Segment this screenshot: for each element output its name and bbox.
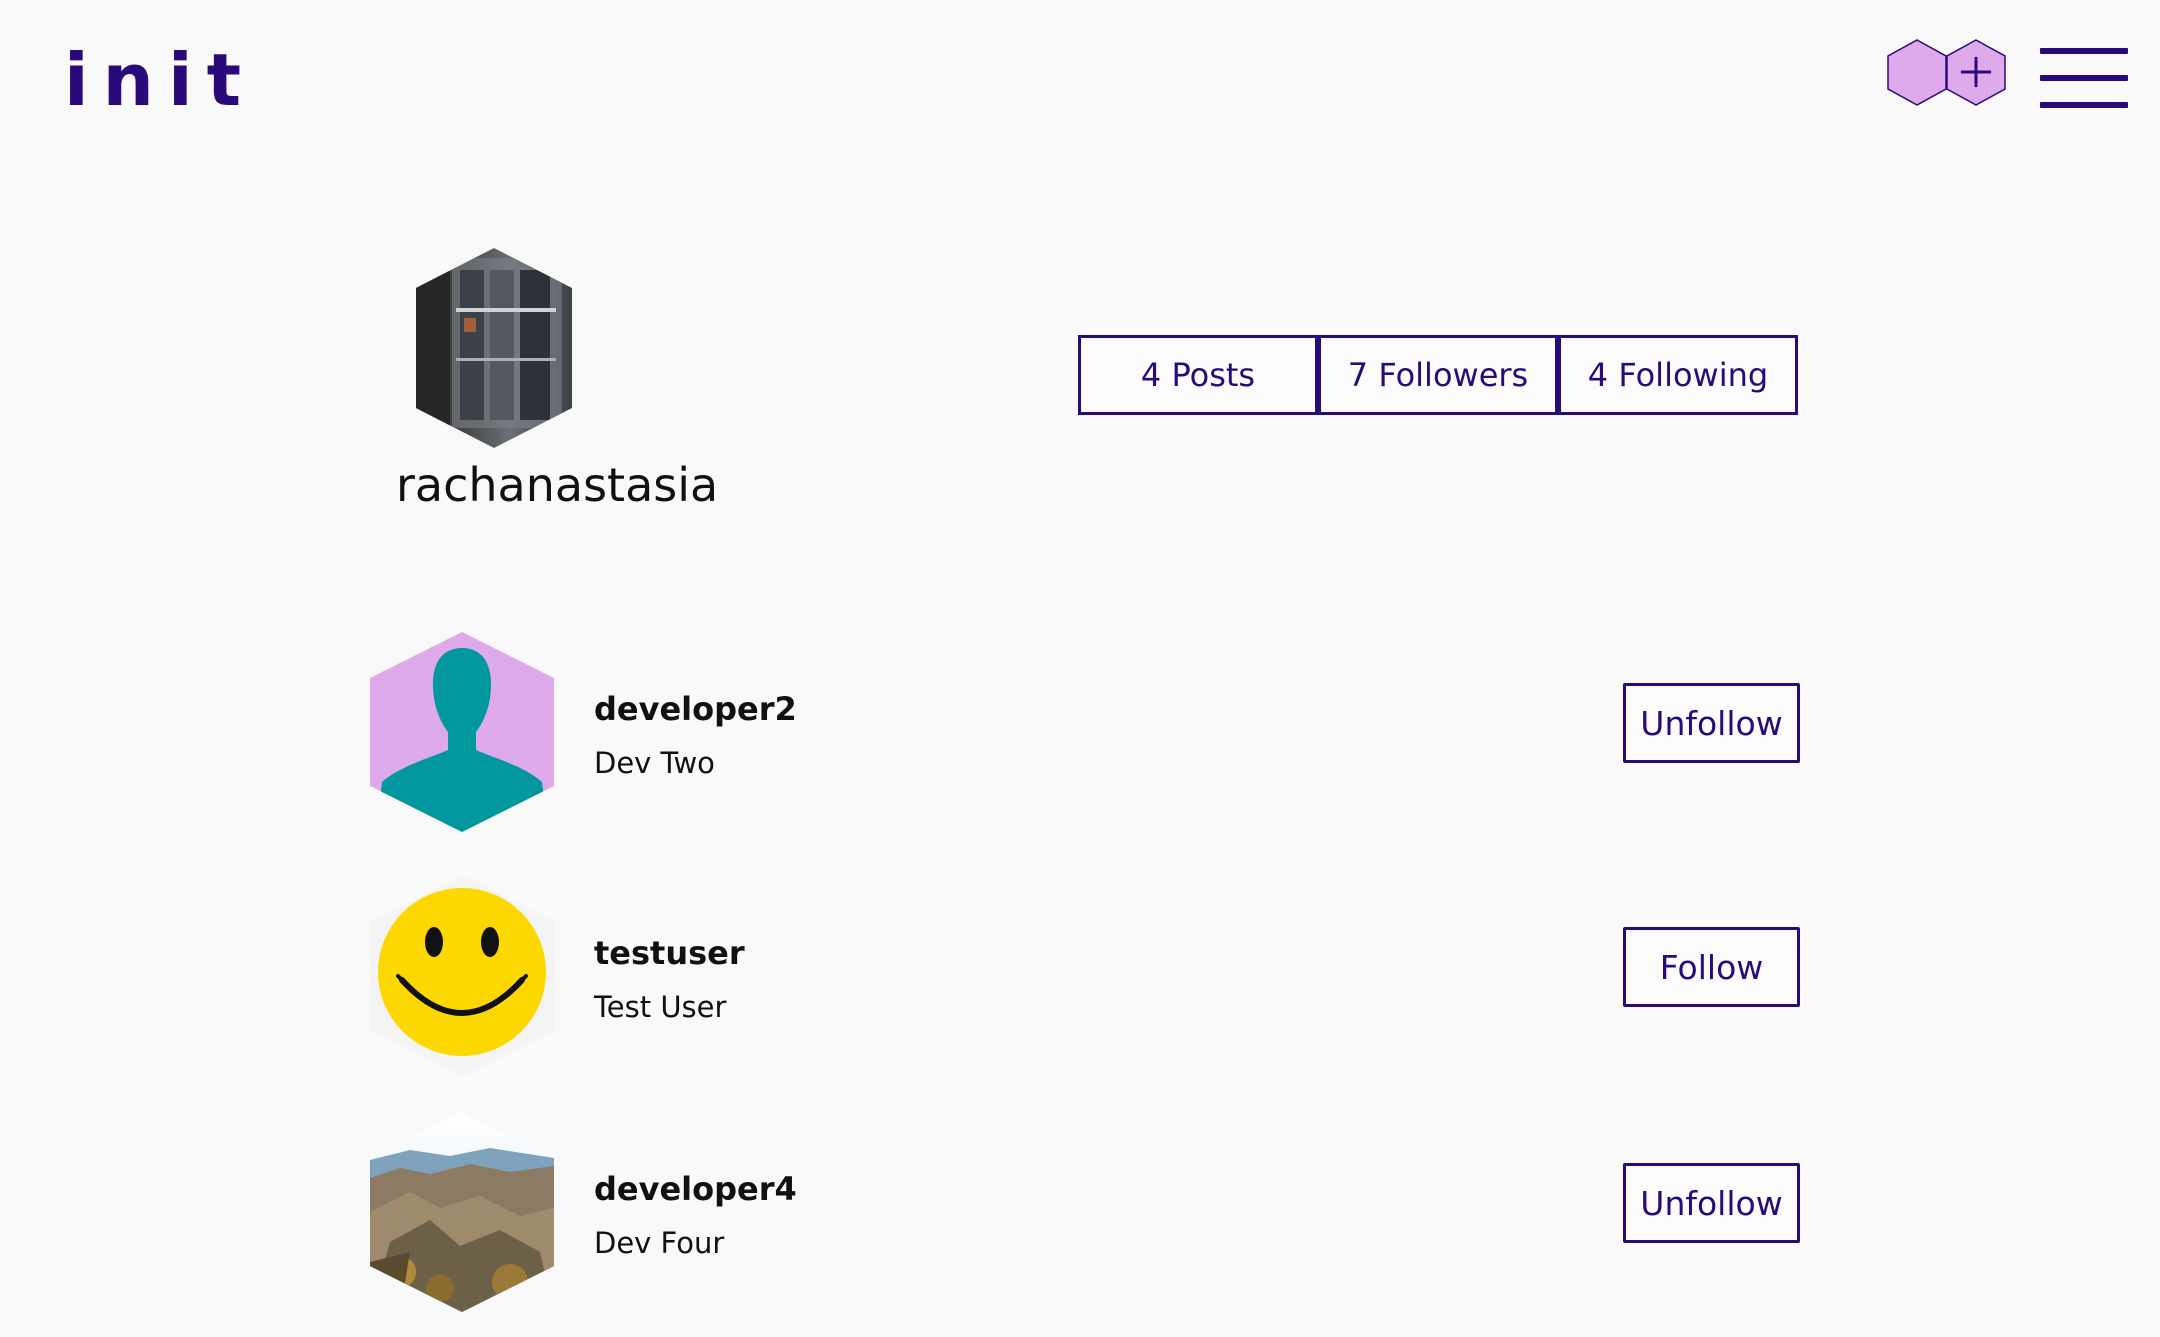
list-item: testuser Test User Follow — [370, 876, 1800, 1076]
user-username[interactable]: developer4 — [594, 1170, 797, 1208]
following-count-button[interactable]: 4 Following — [1558, 335, 1798, 415]
user-avatar[interactable] — [370, 632, 554, 832]
unfollow-button[interactable]: Unfollow — [1623, 1163, 1800, 1243]
follow-button[interactable]: Follow — [1623, 927, 1800, 1007]
user-username[interactable]: testuser — [594, 934, 745, 972]
user-full-name: Test User — [594, 990, 727, 1024]
page: init rachanastasia 4 Posts 7 Followers 4… — [0, 0, 2160, 1337]
hexagon-icon — [1887, 39, 1947, 106]
new-post-button[interactable] — [1885, 38, 2009, 152]
followers-count-button[interactable]: 7 Followers — [1318, 335, 1558, 415]
user-username[interactable]: developer2 — [594, 690, 797, 728]
profile-avatar — [416, 248, 572, 448]
profile-username: rachanastasia — [396, 458, 719, 512]
list-item: developer4 Dev Four Unfollow — [370, 1112, 1800, 1312]
user-full-name: Dev Four — [594, 1226, 725, 1260]
unfollow-button[interactable]: Unfollow — [1623, 683, 1800, 763]
profile-stats: 4 Posts 7 Followers 4 Following — [1078, 335, 1798, 415]
hamburger-menu-icon[interactable] — [2040, 48, 2128, 108]
list-item: developer2 Dev Two Unfollow — [370, 632, 1800, 832]
user-avatar[interactable] — [370, 876, 554, 1076]
app-logo[interactable]: init — [64, 38, 255, 122]
posts-count-button[interactable]: 4 Posts — [1078, 335, 1318, 415]
user-avatar[interactable] — [370, 1112, 554, 1312]
user-full-name: Dev Two — [594, 746, 715, 780]
